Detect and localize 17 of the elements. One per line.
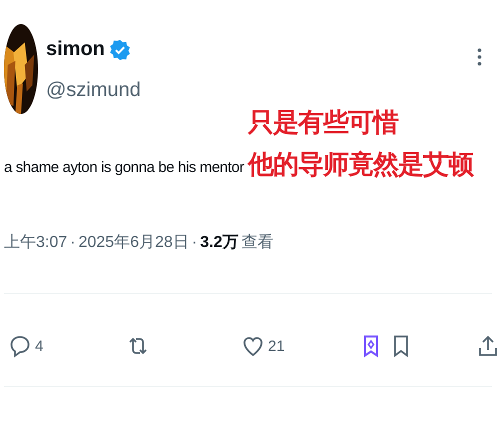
reply-icon[interactable] — [8, 334, 32, 358]
separator-dot: · — [192, 234, 198, 252]
view-count: 3.2万 — [200, 233, 238, 253]
post-time[interactable]: 上午3:07 — [4, 232, 68, 253]
caption-text: 他的导师竟然是艾顿 — [248, 149, 473, 182]
views-label: 查看 — [241, 232, 274, 253]
more-icon[interactable] — [477, 48, 482, 66]
author-handle[interactable]: @szimund — [46, 79, 469, 102]
action-count: 4 — [35, 338, 44, 354]
post-date[interactable]: 2025年6月28日 — [78, 232, 189, 253]
author-name[interactable]: simon — [46, 38, 105, 61]
heart-icon[interactable] — [241, 334, 265, 358]
separator-dot: · — [70, 234, 76, 252]
caption-text: 只是有些可惜 — [248, 107, 400, 140]
action-count: 21 — [268, 338, 285, 354]
share-icon[interactable] — [476, 334, 500, 358]
post-text: a shame ayton is gonna be his mentor — [4, 159, 244, 178]
